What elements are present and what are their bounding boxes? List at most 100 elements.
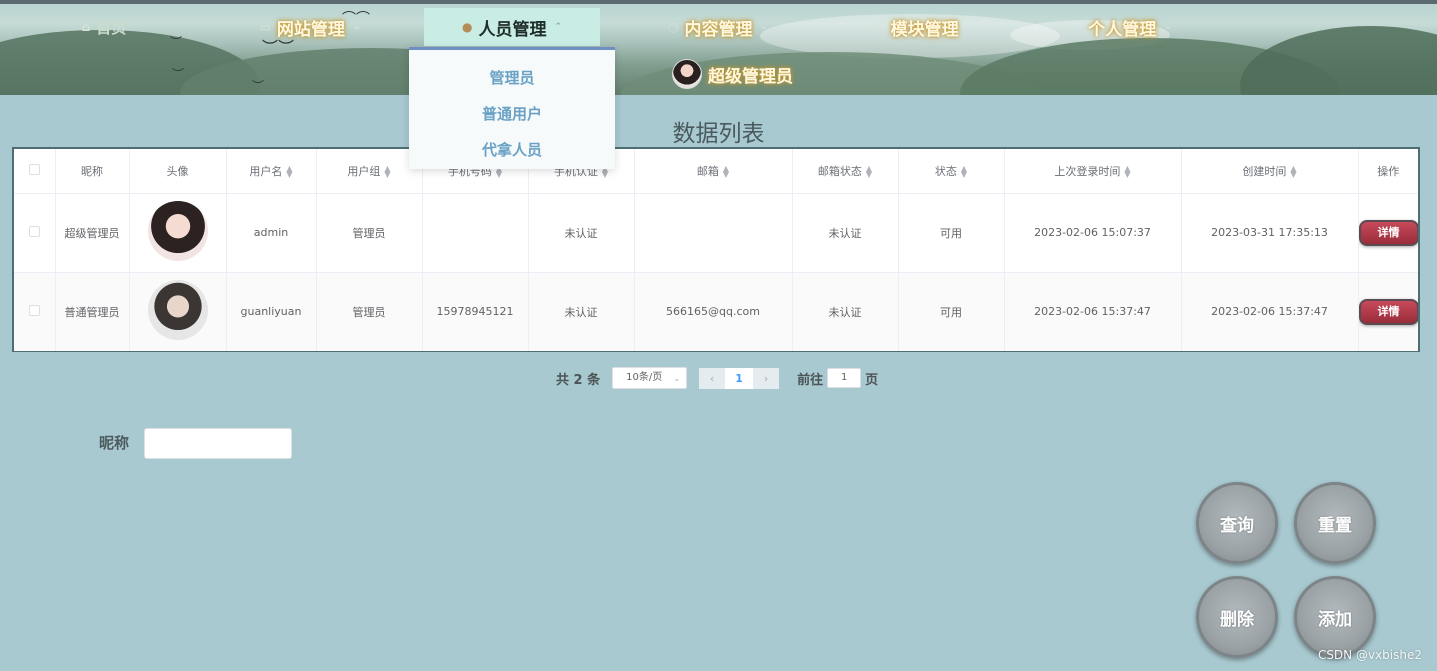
delete-button[interactable]: 删除 [1196, 576, 1278, 658]
table-row: 超级管理员 admin 管理员 未认证 未认证 可用 2023-02-06 15… [14, 193, 1418, 273]
header-group[interactable]: 用户组 ▲ ▼ [316, 149, 423, 194]
chevron-down-icon: ⌄ [966, 22, 975, 32]
chevron-down-icon: ⌄ [760, 22, 769, 32]
cell-avatar [129, 193, 227, 273]
page-unit-label: 页 [865, 372, 879, 388]
user-icon: ● [461, 20, 473, 34]
header-label: 用户组 [347, 164, 381, 178]
row-checkbox[interactable] [28, 304, 40, 316]
cell-group: 管理员 [316, 193, 423, 273]
page-size-value: 10条/页 [626, 372, 663, 383]
header-created[interactable]: 创建时间 ▲ ▼ [1181, 149, 1359, 194]
cell-phone-auth: 未认证 [528, 272, 635, 351]
avatar [147, 280, 208, 341]
header-actions: 操作 [1358, 149, 1418, 194]
bird-icon: ︶ [170, 35, 183, 49]
people-dropdown-menu: 管理员 普通用户 代拿人员 [409, 47, 615, 169]
sort-icon[interactable]: ▲▼ [384, 164, 390, 178]
user-name: 超级管理员 [708, 66, 793, 87]
header-status[interactable]: 状态 ▲ ▼ [898, 149, 1005, 194]
reset-button[interactable]: 重置 [1294, 482, 1376, 564]
cell-nickname: 普通管理员 [55, 272, 130, 351]
cell-status: 可用 [898, 193, 1005, 273]
bird-icon: ︶ [172, 67, 185, 81]
current-user[interactable]: 超级管理员 [672, 58, 793, 90]
nav-site-management[interactable]: ▭ 网站管理 ⌄ [250, 8, 370, 46]
page-size-select[interactable]: 10条/页 ⌄ [612, 367, 688, 389]
table-header-row: 昵称 头像 用户名▲▼ 用户组▲▼ 手机号码▲▼ 手机认证▲▼ 邮箱▲▼ 邮箱状… [14, 149, 1418, 194]
query-button[interactable]: 查询 [1196, 482, 1278, 564]
header-email[interactable]: 邮箱 ▲ ▼ [634, 149, 793, 194]
monitor-icon: ▭ [259, 20, 271, 34]
next-page-button[interactable]: › [753, 367, 780, 389]
cell-phone-auth: 未认证 [528, 193, 635, 273]
cell-phone: 15978945121 [422, 272, 529, 351]
header-email-status[interactable]: 邮箱状态 ▲ ▼ [792, 149, 899, 194]
cell-actions: 详情 [1358, 272, 1418, 351]
avatar [147, 201, 208, 261]
nickname-search-input[interactable] [144, 428, 292, 459]
hill-decoration [1240, 26, 1437, 95]
nav-module-label: 模块管理 [890, 19, 959, 40]
dropdown-item-couriers[interactable]: 代拿人员 [409, 134, 615, 170]
sort-icon[interactable]: ▲▼ [961, 164, 967, 178]
nav-content-label: 内容管理 [684, 19, 753, 40]
bird-icon: ︶ [252, 79, 265, 93]
header-label: 创建时间 [1242, 164, 1287, 178]
sort-icon[interactable]: ▲▼ [1124, 164, 1130, 178]
sort-icon[interactable]: ▲▼ [286, 164, 292, 178]
page-number-current[interactable]: 1 [725, 367, 754, 389]
chevron-down-icon: ⌄ [673, 374, 681, 383]
prev-page-button[interactable]: ‹ [699, 367, 726, 389]
header-last-login[interactable]: 上次登录时间 ▲ ▼ [1004, 149, 1182, 194]
cell-username: guanliyuan [226, 272, 317, 351]
cell-phone [422, 193, 529, 273]
cell-email-status: 未认证 [792, 193, 899, 273]
dropdown-item-admin[interactable]: 管理员 [409, 62, 615, 98]
chevron-up-icon: ⌃ [554, 22, 563, 32]
copy-icon: ❐ [873, 20, 885, 34]
nav-content-management[interactable]: ◌ 内容管理 ⌄ [662, 8, 774, 46]
data-table: 昵称 头像 用户名▲▼ 用户组▲▼ 手机号码▲▼ 手机认证▲▼ 邮箱▲▼ 邮箱状… [12, 147, 1420, 352]
sort-icon[interactable]: ▲▼ [1290, 164, 1296, 178]
nav-personal-management[interactable]: 个人管理 ⌄ [1082, 8, 1178, 46]
nav-module-management[interactable]: ❐ 模块管理 ⌄ [868, 8, 980, 46]
table-row: 普通管理员 guanliyuan 管理员 15978945121 未认证 566… [14, 272, 1418, 351]
chevron-down-icon: ⌄ [1164, 22, 1172, 32]
header-label: 邮箱状态 [817, 164, 862, 178]
home-icon: ⌂ [81, 20, 91, 34]
sort-icon[interactable]: ▲▼ [723, 164, 729, 178]
header-nickname: 昵称 [55, 149, 130, 194]
cell-email [634, 193, 793, 273]
row-select-cell [14, 272, 56, 351]
nickname-search-label: 昵称 [99, 434, 130, 452]
goto-page-input[interactable]: 1 [827, 368, 862, 388]
header-label: 用户名 [249, 164, 283, 178]
header-username[interactable]: 用户名 ▲ ▼ [226, 149, 317, 194]
cell-username: admin [226, 193, 317, 273]
detail-button[interactable]: 详情 [1358, 298, 1418, 325]
cell-last-login: 2023-02-06 15:07:37 [1004, 193, 1182, 273]
cell-actions: 详情 [1358, 193, 1418, 273]
nav-people-management[interactable]: ● 人员管理 ⌃ [424, 8, 600, 46]
sort-icon[interactable]: ▲▼ [866, 164, 872, 178]
cell-last-login: 2023-02-06 15:37:47 [1004, 272, 1182, 351]
watermark: CSDN @vxbishe2 [1317, 648, 1422, 662]
nav-site-label: 网站管理 [276, 19, 345, 40]
nav-home[interactable]: ⌂ 首页 [74, 8, 134, 46]
select-all-checkbox[interactable] [28, 163, 40, 175]
cell-email: 566165@qq.com [634, 272, 793, 351]
dropdown-item-users[interactable]: 普通用户 [409, 98, 615, 134]
detail-button[interactable]: 详情 [1358, 219, 1418, 246]
nav-home-label: 首页 [96, 18, 127, 37]
add-button[interactable]: 添加 [1294, 576, 1376, 658]
row-checkbox[interactable] [28, 225, 40, 237]
top-banner: ⌒⌒ ︶ ︶︶ ︶ ︶ ⌂ 首页 ▭ 网站管理 ⌄ ● 人员管理 ⌃ ◌ 内容管… [0, 0, 1437, 95]
page-title: 数据列表 [672, 121, 765, 147]
nav-people-label: 人员管理 [478, 19, 547, 40]
header-label: 状态 [934, 164, 957, 178]
cell-group: 管理员 [316, 272, 423, 351]
header-avatar: 头像 [129, 149, 227, 194]
goto-label: 前往 [797, 372, 824, 388]
header-label: 上次登录时间 [1054, 164, 1121, 178]
